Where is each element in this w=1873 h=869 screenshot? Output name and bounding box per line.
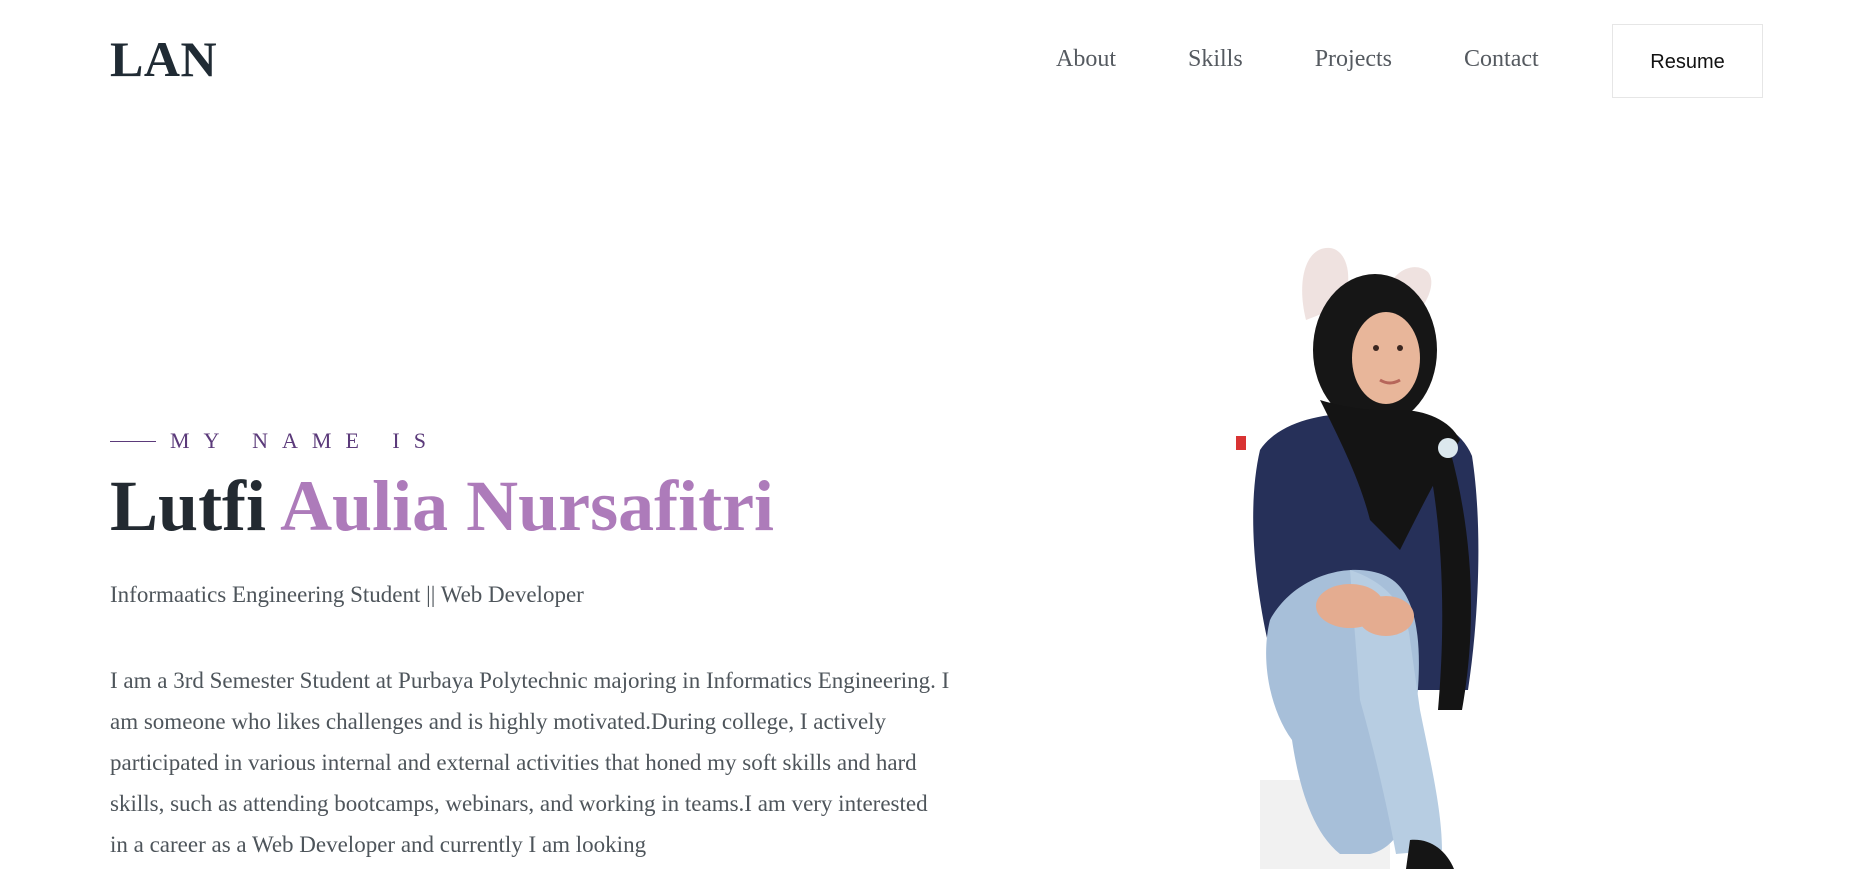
- nav-projects[interactable]: Projects: [1315, 47, 1392, 71]
- hero-subtitle: Informaatics Engineering Student || Web …: [110, 582, 584, 607]
- eyebrow: MY NAME IS: [110, 430, 440, 452]
- page: LAN About Skills Projects Contact Resume…: [0, 0, 1873, 869]
- nav-skills[interactable]: Skills: [1188, 47, 1243, 71]
- nav-about[interactable]: About: [1056, 47, 1116, 71]
- first-name: Lutfi: [110, 466, 267, 546]
- main-nav: About Skills Projects Contact: [1056, 47, 1539, 71]
- site-logo[interactable]: LAN: [110, 34, 217, 84]
- profile-photo: [1236, 247, 1479, 869]
- last-name: Aulia Nursafitri: [280, 466, 775, 546]
- eyebrow-text: MY NAME IS: [170, 428, 440, 453]
- eyebrow-rule: [110, 440, 156, 442]
- resume-button[interactable]: Resume: [1612, 24, 1763, 98]
- nav-contact[interactable]: Contact: [1464, 47, 1539, 71]
- hero-bio: I am a 3rd Semester Student at Purbaya P…: [110, 668, 950, 857]
- hero-name: Lutfi Aulia Nursafitri: [110, 470, 774, 542]
